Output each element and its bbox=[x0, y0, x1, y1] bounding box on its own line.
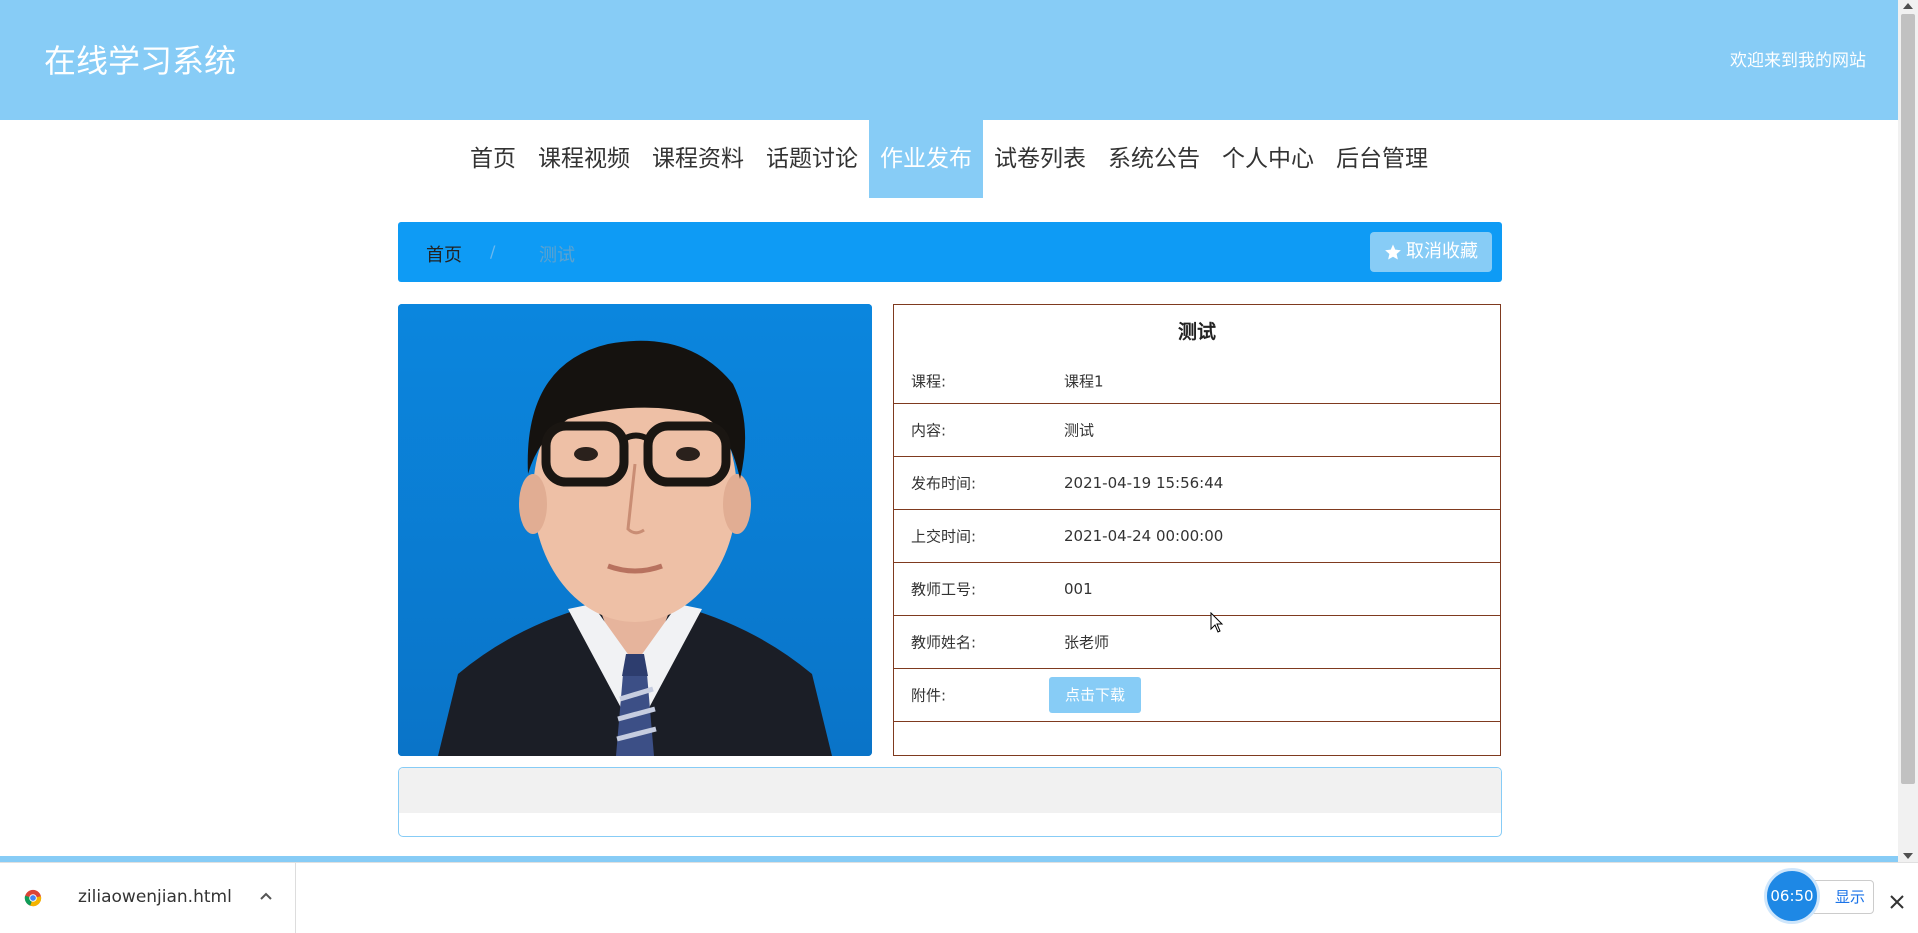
detail-row-teacher-name: 教师姓名: 张老师 bbox=[894, 615, 1500, 668]
nav-item-course-materials[interactable]: 课程资料 bbox=[641, 120, 755, 198]
teacher-photo bbox=[398, 304, 872, 756]
assignment-detail-table: 测试 课程: 课程1 内容: 测试 发布时间: 2021-04-19 15:56… bbox=[893, 304, 1501, 756]
row-label: 课程: bbox=[911, 372, 947, 391]
row-value: 张老师 bbox=[1064, 633, 1110, 652]
portrait-image bbox=[398, 304, 872, 756]
unfavorite-button[interactable]: 取消收藏 bbox=[1370, 232, 1492, 272]
timer-badge[interactable]: 06:50 bbox=[1764, 868, 1820, 924]
row-label: 附件: bbox=[911, 686, 947, 705]
assignment-title: 测试 bbox=[1177, 321, 1216, 343]
comment-panel-header bbox=[399, 768, 1501, 813]
download-item[interactable]: ziliaowenjian.html bbox=[0, 863, 296, 933]
detail-row-empty bbox=[894, 721, 1500, 752]
detail-row-publish-time: 发布时间: 2021-04-19 15:56:44 bbox=[894, 456, 1500, 509]
site-title[interactable]: 在线学习系统 bbox=[44, 36, 236, 82]
row-label: 上交时间: bbox=[911, 527, 977, 546]
star-icon bbox=[1385, 244, 1401, 260]
welcome-text: 欢迎来到我的网站 bbox=[1730, 51, 1866, 71]
nav-item-assignments[interactable]: 作业发布 bbox=[869, 120, 983, 198]
main-nav: 首页 课程视频 课程资料 话题讨论 作业发布 试卷列表 系统公告 个人中心 后台管理 bbox=[0, 120, 1898, 198]
chrome-icon bbox=[24, 889, 42, 907]
vertical-scrollbar[interactable] bbox=[1898, 0, 1918, 862]
row-value: 2021-04-24 00:00:00 bbox=[1064, 527, 1224, 545]
detail-row-due-time: 上交时间: 2021-04-24 00:00:00 bbox=[894, 509, 1500, 562]
page: 在线学习系统 欢迎来到我的网站 首页 课程视频 课程资料 话题讨论 作业发布 试卷列表 系统… bbox=[0, 0, 1898, 862]
nav-item-announcements[interactable]: 系统公告 bbox=[1097, 120, 1211, 198]
breadcrumb-separator: / bbox=[490, 242, 496, 261]
row-label: 内容: bbox=[911, 421, 947, 440]
unfavorite-label: 取消收藏 bbox=[1406, 241, 1478, 262]
row-label: 发布时间: bbox=[911, 474, 977, 493]
scroll-up-arrow-icon[interactable] bbox=[1903, 3, 1913, 9]
comment-panel bbox=[398, 767, 1502, 837]
nav-item-profile[interactable]: 个人中心 bbox=[1211, 120, 1325, 198]
nav-item-discussions[interactable]: 话题讨论 bbox=[755, 120, 869, 198]
row-value: 001 bbox=[1064, 580, 1093, 598]
nav-item-exam-list[interactable]: 试卷列表 bbox=[983, 120, 1097, 198]
row-label: 教师工号: bbox=[911, 580, 977, 599]
row-value: 课程1 bbox=[1064, 372, 1104, 391]
nav-item-course-videos[interactable]: 课程视频 bbox=[527, 120, 641, 198]
download-button[interactable]: 点击下载 bbox=[1049, 677, 1142, 713]
detail-row-content: 内容: 测试 bbox=[894, 403, 1500, 456]
nav-item-admin[interactable]: 后台管理 bbox=[1325, 120, 1439, 198]
breadcrumb-home-link[interactable]: 首页 bbox=[426, 241, 462, 267]
row-value: 2021-04-19 15:56:44 bbox=[1064, 474, 1224, 492]
scroll-thumb[interactable] bbox=[1901, 14, 1915, 784]
nav-item-home[interactable]: 首页 bbox=[459, 120, 527, 198]
download-bar: ziliaowenjian.html 显示 bbox=[0, 862, 1918, 933]
mouse-cursor-icon bbox=[1210, 612, 1224, 633]
detail-row-course: 课程: 课程1 bbox=[894, 359, 1500, 403]
row-value: 测试 bbox=[1064, 421, 1095, 440]
scroll-down-arrow-icon[interactable] bbox=[1903, 853, 1913, 859]
detail-row-attachment: 附件: 点击下载 bbox=[894, 668, 1500, 721]
chevron-up-icon[interactable] bbox=[258, 889, 274, 905]
breadcrumb: 首页 / 测试 取消收藏 bbox=[398, 222, 1502, 282]
detail-row-teacher-id: 教师工号: 001 bbox=[894, 562, 1500, 615]
site-header: 在线学习系统 欢迎来到我的网站 bbox=[0, 0, 1898, 120]
download-filename: ziliaowenjian.html bbox=[78, 887, 232, 907]
close-icon[interactable] bbox=[1888, 893, 1906, 911]
row-label: 教师姓名: bbox=[911, 633, 977, 652]
breadcrumb-current: 测试 bbox=[539, 245, 575, 266]
